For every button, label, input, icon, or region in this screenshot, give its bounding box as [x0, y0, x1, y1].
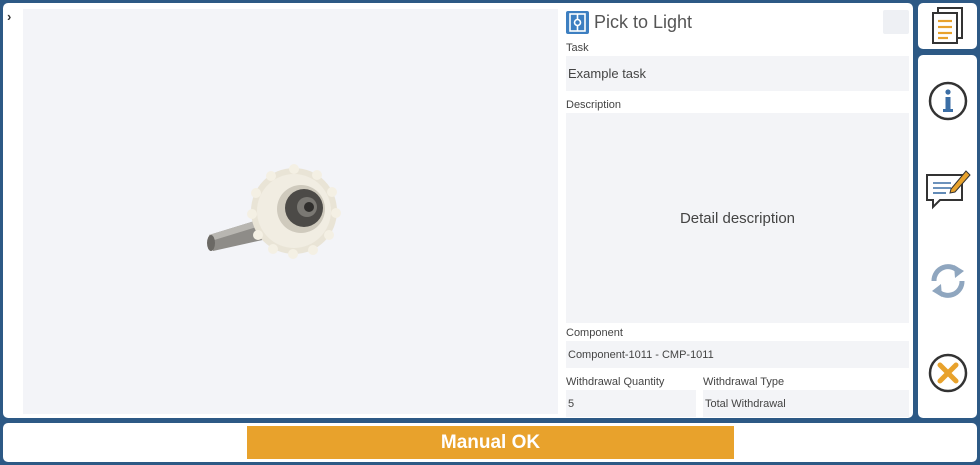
expand-chevron-icon[interactable]: › [7, 10, 21, 24]
manual-ok-button[interactable]: Manual OK [247, 426, 734, 459]
document-button[interactable] [928, 5, 972, 49]
comment-button[interactable] [924, 167, 971, 211]
refresh-button[interactable] [926, 259, 970, 303]
info-button[interactable] [926, 79, 970, 123]
task-field: Example task [566, 56, 909, 91]
withdrawal-quantity-label: Withdrawal Quantity [566, 376, 665, 388]
withdrawal-type-field: Total Withdrawal [703, 390, 909, 417]
description-label: Description [566, 99, 622, 111]
cancel-button[interactable] [926, 351, 970, 395]
component-field: Component-1011 - CMP-1011 [566, 341, 909, 368]
task-details: Pick to Light Task Example task Descript… [564, 9, 909, 417]
header-action-button[interactable] [883, 10, 909, 34]
component-image-area [23, 9, 558, 414]
pick-to-light-icon [566, 11, 589, 34]
component-label: Component [566, 327, 623, 339]
withdrawal-quantity-field: 5 [566, 390, 696, 417]
page-title: Pick to Light [594, 12, 693, 32]
sidebar-top [918, 3, 977, 49]
info-icon [928, 81, 968, 121]
component-image [207, 164, 341, 259]
main-panel: › Pick to Light Task Example task Descri… [3, 3, 913, 418]
sidebar [918, 55, 977, 418]
document-icon [932, 7, 963, 44]
description-field: Detail description [566, 113, 909, 323]
cancel-icon [928, 353, 968, 393]
task-label: Task [566, 42, 589, 54]
refresh-icon [931, 264, 965, 298]
details-header: Pick to Light [564, 9, 909, 35]
comment-edit-icon [926, 170, 971, 210]
bottom-bar: Manual OK [3, 423, 977, 462]
withdrawal-type-label: Withdrawal Type [703, 376, 785, 388]
